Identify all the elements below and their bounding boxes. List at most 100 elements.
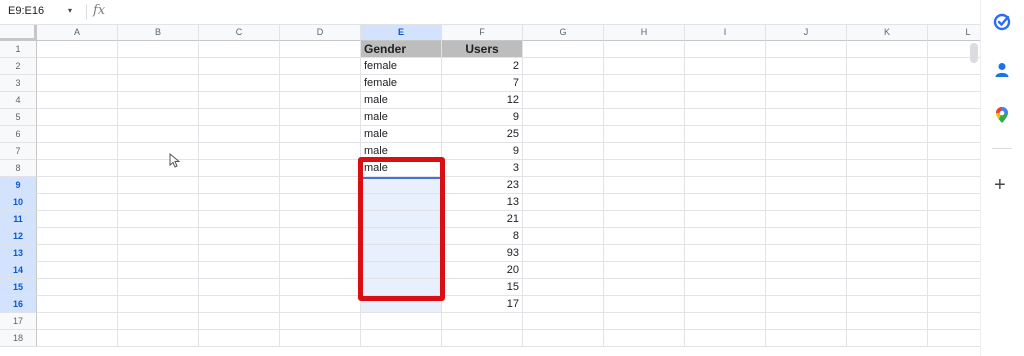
grid-cell[interactable]	[37, 330, 118, 347]
grid-cell[interactable]	[523, 194, 604, 211]
grid-cell[interactable]	[766, 109, 847, 126]
tasks-icon[interactable]	[992, 12, 1012, 32]
grid-cell[interactable]	[523, 41, 604, 58]
grid-cell[interactable]	[766, 330, 847, 347]
grid-cell[interactable]	[523, 75, 604, 92]
header-gender[interactable]: Gender	[361, 41, 442, 58]
row-header[interactable]: 10	[0, 194, 37, 211]
row-header[interactable]: 3	[0, 75, 37, 92]
column-header[interactable]: E	[361, 25, 442, 41]
grid-cell[interactable]	[199, 194, 280, 211]
column-header[interactable]: D	[280, 25, 361, 41]
column-header[interactable]: G	[523, 25, 604, 41]
grid-cell[interactable]	[604, 279, 685, 296]
maps-icon[interactable]	[992, 105, 1012, 125]
grid-cell[interactable]	[280, 245, 361, 262]
grid-cell[interactable]	[685, 160, 766, 177]
grid-cell[interactable]	[118, 211, 199, 228]
contacts-icon[interactable]	[992, 60, 1012, 80]
users-cell[interactable]: 9	[442, 109, 523, 126]
grid-cell[interactable]	[199, 41, 280, 58]
grid-cell[interactable]	[685, 92, 766, 109]
grid-cell[interactable]	[118, 313, 199, 330]
grid-cell[interactable]	[685, 126, 766, 143]
add-icon[interactable]: +	[994, 175, 1006, 195]
header-users[interactable]: Users	[442, 41, 523, 58]
row-header[interactable]: 12	[0, 228, 37, 245]
grid-cell[interactable]	[523, 245, 604, 262]
grid-cell[interactable]	[37, 313, 118, 330]
grid-cell[interactable]	[118, 160, 199, 177]
grid-cell[interactable]	[685, 313, 766, 330]
grid-cell[interactable]	[37, 211, 118, 228]
row-header[interactable]: 4	[0, 92, 37, 109]
grid-cell[interactable]	[523, 177, 604, 194]
gender-cell[interactable]: male	[361, 92, 442, 109]
grid-cell[interactable]	[685, 143, 766, 160]
users-cell[interactable]: 93	[442, 245, 523, 262]
grid-cell[interactable]	[847, 330, 928, 347]
grid-cell[interactable]	[847, 143, 928, 160]
column-header[interactable]: J	[766, 25, 847, 41]
grid-cell[interactable]	[604, 143, 685, 160]
gender-cell[interactable]: female	[361, 75, 442, 92]
row-header[interactable]: 2	[0, 58, 37, 75]
row-header[interactable]: 11	[0, 211, 37, 228]
grid-cell[interactable]	[37, 194, 118, 211]
grid-cell[interactable]	[523, 126, 604, 143]
grid-cell[interactable]	[118, 75, 199, 92]
grid-cell[interactable]	[199, 160, 280, 177]
grid-cell[interactable]	[361, 330, 442, 347]
grid-cell[interactable]	[766, 143, 847, 160]
users-cell[interactable]: 21	[442, 211, 523, 228]
grid-cell[interactable]	[118, 194, 199, 211]
grid-cell[interactable]	[280, 160, 361, 177]
grid-cell[interactable]	[280, 143, 361, 160]
grid-cell[interactable]	[280, 41, 361, 58]
grid-cell[interactable]	[766, 126, 847, 143]
grid-cell[interactable]	[766, 41, 847, 58]
column-header[interactable]: F	[442, 25, 523, 41]
vertical-scrollbar[interactable]	[970, 43, 978, 63]
grid-cell[interactable]	[766, 160, 847, 177]
grid-cell[interactable]	[199, 228, 280, 245]
grid-cell[interactable]	[37, 75, 118, 92]
users-cell[interactable]: 9	[442, 143, 523, 160]
grid-cell[interactable]	[280, 109, 361, 126]
grid-cell[interactable]	[847, 194, 928, 211]
grid-cell[interactable]	[118, 262, 199, 279]
grid-cell[interactable]	[847, 126, 928, 143]
grid-cell[interactable]	[604, 92, 685, 109]
grid-cell[interactable]	[199, 92, 280, 109]
grid-cell[interactable]	[361, 313, 442, 330]
grid-cell[interactable]	[847, 313, 928, 330]
grid-cell[interactable]	[37, 41, 118, 58]
grid-cell[interactable]	[604, 126, 685, 143]
grid-cell[interactable]	[847, 211, 928, 228]
grid-cell[interactable]	[280, 92, 361, 109]
grid-cell[interactable]	[685, 58, 766, 75]
grid-cell[interactable]	[766, 211, 847, 228]
grid-cell[interactable]	[280, 330, 361, 347]
grid-cell[interactable]	[199, 296, 280, 313]
grid-cell[interactable]	[685, 194, 766, 211]
grid-cell[interactable]	[37, 262, 118, 279]
column-header[interactable]: K	[847, 25, 928, 41]
grid-cell[interactable]	[37, 143, 118, 160]
grid-cell[interactable]	[604, 228, 685, 245]
grid-cell[interactable]	[118, 41, 199, 58]
grid-cell[interactable]	[280, 296, 361, 313]
grid-cell[interactable]	[37, 177, 118, 194]
grid-cell[interactable]	[37, 279, 118, 296]
grid-cell[interactable]	[847, 75, 928, 92]
grid-cell[interactable]	[604, 296, 685, 313]
grid-cell[interactable]	[685, 177, 766, 194]
grid-cell[interactable]	[685, 109, 766, 126]
grid-cell[interactable]	[199, 211, 280, 228]
row-header[interactable]: 13	[0, 245, 37, 262]
grid-cell[interactable]	[766, 245, 847, 262]
grid-cell[interactable]	[523, 211, 604, 228]
grid-cell[interactable]	[766, 58, 847, 75]
spreadsheet-grid[interactable]: A B C D E F G H I J K L 1 Gender Users 2 female 2 3 female 7…	[0, 25, 1009, 356]
grid-cell[interactable]	[37, 228, 118, 245]
